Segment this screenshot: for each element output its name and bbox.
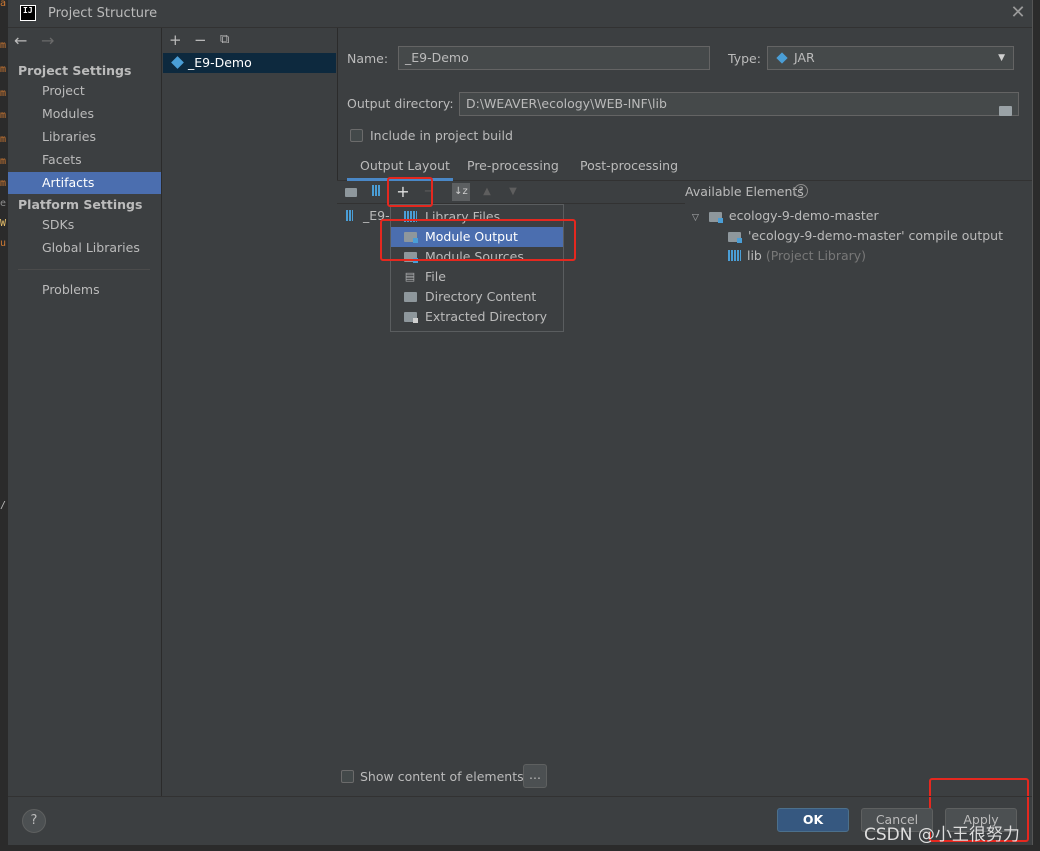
show-content-checkbox[interactable] — [341, 770, 354, 783]
add-element-icon[interactable]: + — [395, 183, 411, 201]
sidebar-item-global-libraries[interactable]: Global Libraries — [8, 237, 161, 259]
sidebar-divider — [18, 269, 150, 270]
lib-label: lib — [746, 248, 762, 263]
intellij-logo: IJ — [20, 5, 36, 21]
library-icon — [728, 250, 741, 261]
lib-suffix: (Project Library) — [765, 248, 867, 263]
background-editor-strip: a m m m m m m m e W u / — [0, 0, 8, 851]
artifact-name: _E9-Demo — [188, 55, 252, 70]
add-artifact-icon[interactable]: + — [169, 32, 182, 48]
type-label: Type: — [728, 51, 761, 66]
move-up-icon[interactable]: ▲ — [479, 183, 495, 201]
chevron-down-icon: ▼ — [998, 53, 1005, 63]
tab-output-layout[interactable]: Output Layout — [360, 158, 450, 173]
extracted-folder-icon — [403, 310, 418, 324]
menu-item-file[interactable]: ▤ File — [391, 267, 563, 287]
library-icon — [403, 210, 417, 224]
sidebar-item-facets[interactable]: Facets — [8, 149, 161, 171]
back-arrow-icon[interactable]: ← — [14, 31, 27, 50]
remove-element-icon[interactable]: − — [421, 183, 437, 201]
tab-post-processing[interactable]: Post-processing — [580, 158, 678, 173]
compile-output-node[interactable]: 'ecology-9-demo-master' compile output — [728, 228, 1003, 243]
menu-item-extracted-directory[interactable]: Extracted Directory — [391, 307, 563, 327]
move-down-icon[interactable]: ▼ — [505, 183, 521, 201]
create-archive-icon[interactable] — [368, 183, 384, 201]
sidebar-item-libraries[interactable]: Libraries — [8, 126, 161, 148]
artifacts-list-panel — [162, 28, 338, 796]
chevron-down-icon: ▽ — [692, 213, 699, 223]
sidebar-item-project[interactable]: Project — [8, 80, 161, 102]
sidebar-item-sdks[interactable]: SDKs — [8, 214, 161, 236]
sidebar-item-problems[interactable]: Problems — [8, 279, 161, 301]
sidebar-item-artifacts[interactable]: Artifacts — [8, 172, 161, 194]
layout-root-item[interactable]: _E9-I — [346, 208, 393, 223]
more-options-button[interactable]: ... — [523, 764, 547, 788]
lib-node[interactable]: lib (Project Library) — [728, 248, 866, 263]
jar-type-icon — [776, 52, 788, 64]
module-name: ecology-9-demo-master — [728, 208, 879, 223]
available-elements-header: Available Elements — [685, 184, 804, 199]
output-directory-field[interactable]: D:\WEAVER\ecology\WEB-INF\lib — [459, 92, 1019, 116]
menu-item-library-files[interactable]: Library Files — [391, 207, 563, 227]
module-folder-icon — [728, 232, 742, 243]
menu-item-directory-content[interactable]: Directory Content — [391, 287, 563, 307]
layout-root-label: _E9-I — [362, 208, 394, 223]
bottom-divider — [8, 796, 1032, 797]
create-directory-icon[interactable] — [343, 183, 359, 201]
tab-pre-processing[interactable]: Pre-processing — [467, 158, 559, 173]
include-in-build-label: Include in project build — [370, 128, 513, 143]
sidebar-item-modules[interactable]: Modules — [8, 103, 161, 125]
dialog-title: Project Structure — [48, 6, 158, 21]
sort-elements-icon[interactable]: ↓z — [452, 183, 470, 201]
forward-arrow-icon[interactable]: → — [41, 31, 54, 50]
module-tree-node[interactable]: ▽ ecology-9-demo-master — [692, 208, 879, 223]
compile-output-label: 'ecology-9-demo-master' compile output — [747, 228, 1003, 243]
show-content-label: Show content of elements — [360, 769, 524, 784]
help-button[interactable]: ? — [22, 809, 46, 833]
name-label: Name: — [347, 51, 389, 66]
file-icon: ▤ — [404, 270, 416, 283]
artifact-jar-icon — [171, 56, 184, 69]
folder-icon — [403, 290, 417, 304]
artifact-list-item[interactable]: _E9-Demo — [163, 53, 336, 73]
background-bottom-strip — [0, 845, 1040, 851]
output-directory-label: Output directory: — [347, 96, 454, 111]
module-folder-icon — [708, 212, 723, 223]
title-bar — [8, 0, 1032, 28]
remove-artifact-icon[interactable]: − — [194, 32, 207, 48]
type-select[interactable]: JAR ▼ — [767, 46, 1014, 70]
csdn-watermark: CSDN @小王很努力 — [864, 825, 1020, 845]
menu-item-module-output[interactable]: Module Output — [391, 227, 563, 247]
module-folder-icon — [403, 230, 418, 244]
ok-button[interactable]: OK — [777, 808, 849, 832]
module-folder-icon — [403, 250, 418, 264]
type-select-value: JAR — [794, 50, 815, 65]
close-icon[interactable]: ✕ — [1008, 2, 1028, 24]
platform-settings-header: Platform Settings — [18, 197, 143, 212]
name-field[interactable]: _E9-Demo — [398, 46, 710, 70]
project-settings-header: Project Settings — [18, 63, 132, 78]
menu-item-module-sources[interactable]: Module Sources — [391, 247, 563, 267]
include-in-build-checkbox[interactable] — [350, 129, 363, 142]
copy-artifact-icon[interactable]: ⧉ — [220, 32, 229, 48]
browse-folder-icon[interactable] — [999, 99, 1012, 121]
output-directory-value: D:\WEAVER\ecology\WEB-INF\lib — [466, 96, 667, 111]
help-icon[interactable]: ? — [794, 184, 808, 198]
archive-icon — [346, 210, 353, 221]
